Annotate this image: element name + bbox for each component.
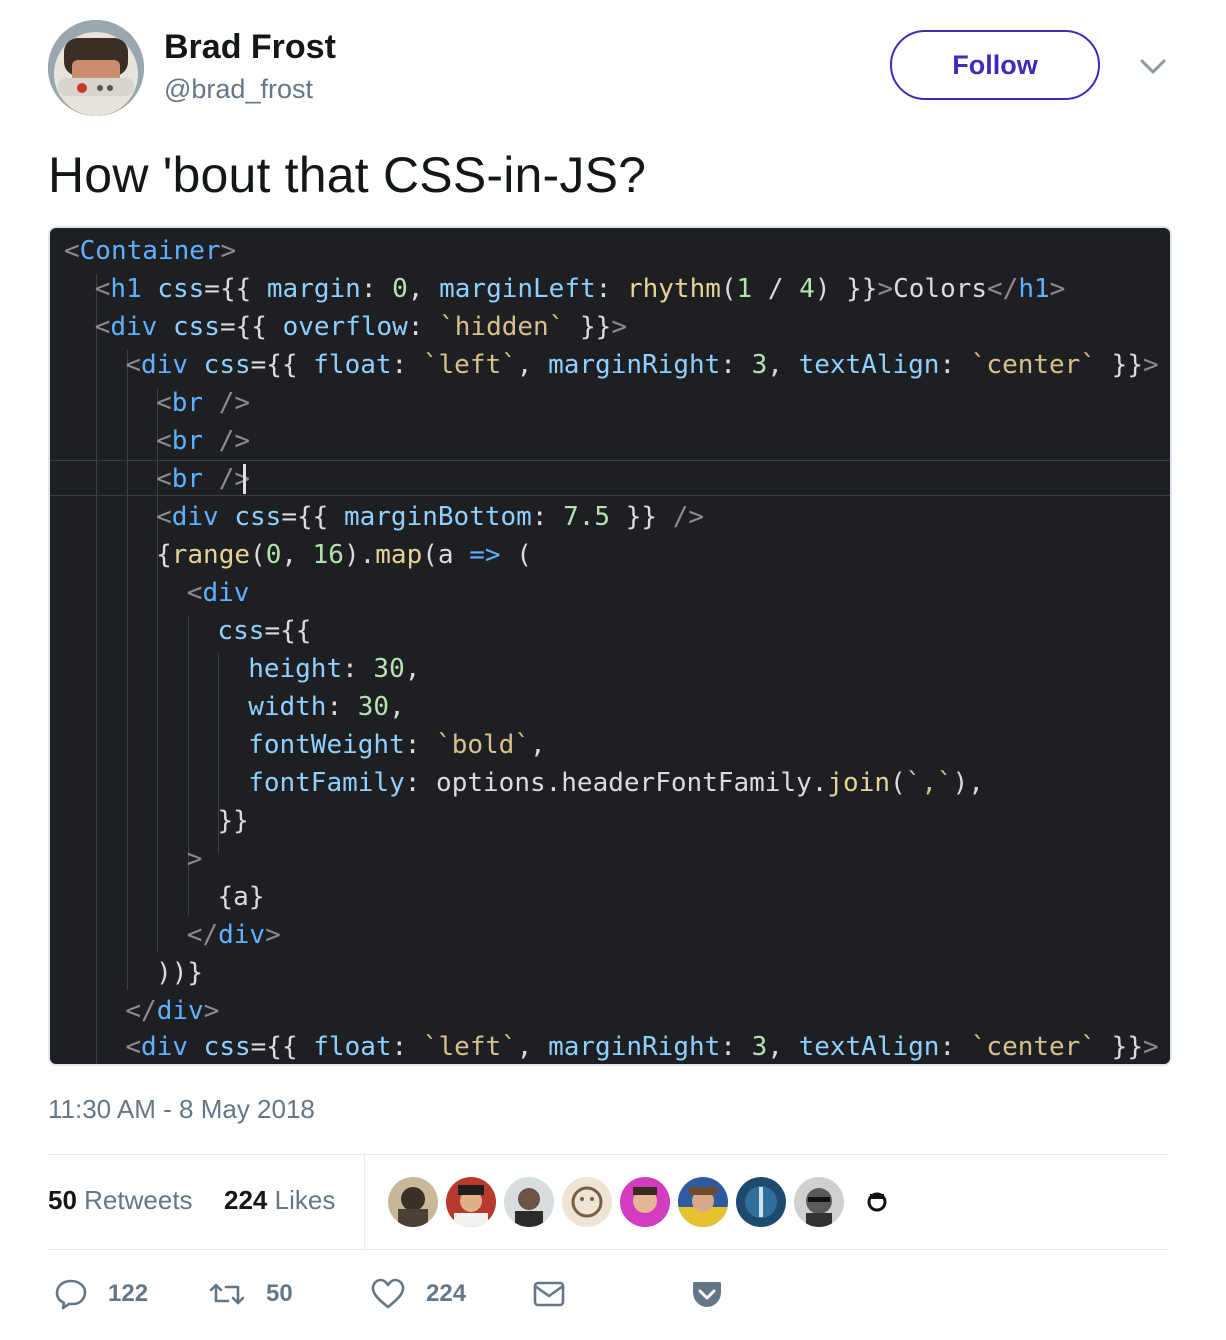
like-count: 224 bbox=[224, 1185, 268, 1215]
code-line: <Container> bbox=[64, 236, 237, 266]
code-line: <div css={{ float: `left`, marginRight: … bbox=[125, 350, 1159, 380]
code-line: > bbox=[186, 844, 203, 874]
code-line: </div> bbox=[125, 996, 220, 1026]
like-count-action: 224 bbox=[426, 1280, 467, 1307]
code-line: <div css={{ overflow: `hidden` }}> bbox=[94, 312, 627, 342]
envelope-icon bbox=[533, 1281, 565, 1307]
tweet-actions: 122 50 224 bbox=[48, 1270, 748, 1320]
heart-icon bbox=[371, 1278, 405, 1309]
code-line: <div css={{ float: `left`, marginRight: … bbox=[125, 1032, 1159, 1062]
author-handle[interactable]: @brad_frost bbox=[164, 74, 313, 105]
reply-button[interactable]: 122 bbox=[54, 1270, 148, 1318]
code-line: {range(0, 16).map(a => ( bbox=[156, 540, 532, 570]
liker-avatar[interactable] bbox=[852, 1177, 902, 1227]
like-stat[interactable]: 224 Likes bbox=[224, 1185, 335, 1216]
indent-guide bbox=[127, 350, 128, 990]
author-avatar[interactable] bbox=[48, 20, 144, 116]
stats-divider bbox=[364, 1155, 365, 1249]
tweet-text: How 'bout that CSS-in-JS? bbox=[48, 147, 647, 203]
code-line: <br /> bbox=[156, 426, 251, 456]
liker-avatar[interactable] bbox=[504, 1177, 554, 1227]
like-button[interactable]: 224 bbox=[370, 1270, 466, 1318]
tweet-stats: 50 Retweets 224 Likes bbox=[48, 1154, 1168, 1250]
code-line: height: 30, bbox=[248, 654, 421, 684]
code-line: fontFamily: options.headerFontFamily.joi… bbox=[248, 768, 984, 798]
liker-avatar[interactable] bbox=[794, 1177, 844, 1227]
retweet-stat[interactable]: 50 Retweets bbox=[48, 1185, 193, 1216]
tweet-header: Brad Frost @brad_frost Follow bbox=[48, 20, 1178, 116]
code-line: width: 30, bbox=[248, 692, 405, 722]
follow-button[interactable]: Follow bbox=[890, 30, 1100, 100]
code-block: <Container> <h1 css={{ margin: 0, marginL… bbox=[50, 228, 1170, 1064]
tweet-timestamp[interactable]: 11:30 AM - 8 May 2018 bbox=[48, 1094, 315, 1125]
code-line: {a} bbox=[217, 882, 265, 912]
indent-guide bbox=[96, 274, 97, 1064]
code-line: <br /> bbox=[156, 464, 251, 494]
liker-avatar[interactable] bbox=[678, 1177, 728, 1227]
code-screenshot[interactable]: <Container> <h1 css={{ margin: 0, marginL… bbox=[48, 226, 1172, 1066]
chevron-down-icon[interactable] bbox=[1138, 54, 1168, 78]
pocket-icon bbox=[693, 1282, 721, 1307]
liker-avatar[interactable] bbox=[736, 1177, 786, 1227]
like-label: Likes bbox=[274, 1185, 336, 1215]
reply-icon bbox=[55, 1279, 87, 1310]
retweet-count: 50 bbox=[48, 1185, 77, 1215]
liker-avatar[interactable] bbox=[446, 1177, 496, 1227]
code-line: fontWeight: `bold`, bbox=[248, 730, 546, 760]
author-name[interactable]: Brad Frost bbox=[164, 28, 336, 67]
avatar-image bbox=[48, 20, 144, 116]
retweet-label: Retweets bbox=[84, 1185, 193, 1215]
retweet-button[interactable]: 50 bbox=[208, 1270, 293, 1318]
code-line: </div> bbox=[186, 920, 281, 950]
code-line: <br /> bbox=[156, 388, 251, 418]
retweet-icon bbox=[209, 1283, 245, 1305]
pocket-button[interactable] bbox=[690, 1270, 724, 1318]
code-line: }} bbox=[217, 806, 249, 836]
liker-avatar[interactable] bbox=[620, 1177, 670, 1227]
retweet-count-action: 50 bbox=[266, 1280, 293, 1307]
reply-count: 122 bbox=[108, 1280, 149, 1307]
code-line: <h1 css={{ margin: 0, marginLeft: rhythm… bbox=[94, 274, 1066, 304]
liker-avatar[interactable] bbox=[388, 1177, 438, 1227]
text-cursor bbox=[243, 464, 246, 494]
direct-message-button[interactable] bbox=[532, 1270, 566, 1318]
code-line: <div css={{ marginBottom: 7.5 }} /> bbox=[156, 502, 705, 532]
code-line: css={{ bbox=[217, 616, 312, 646]
code-line: <div bbox=[186, 578, 250, 608]
liker-avatar[interactable] bbox=[562, 1177, 612, 1227]
code-line: ))} bbox=[156, 958, 204, 988]
